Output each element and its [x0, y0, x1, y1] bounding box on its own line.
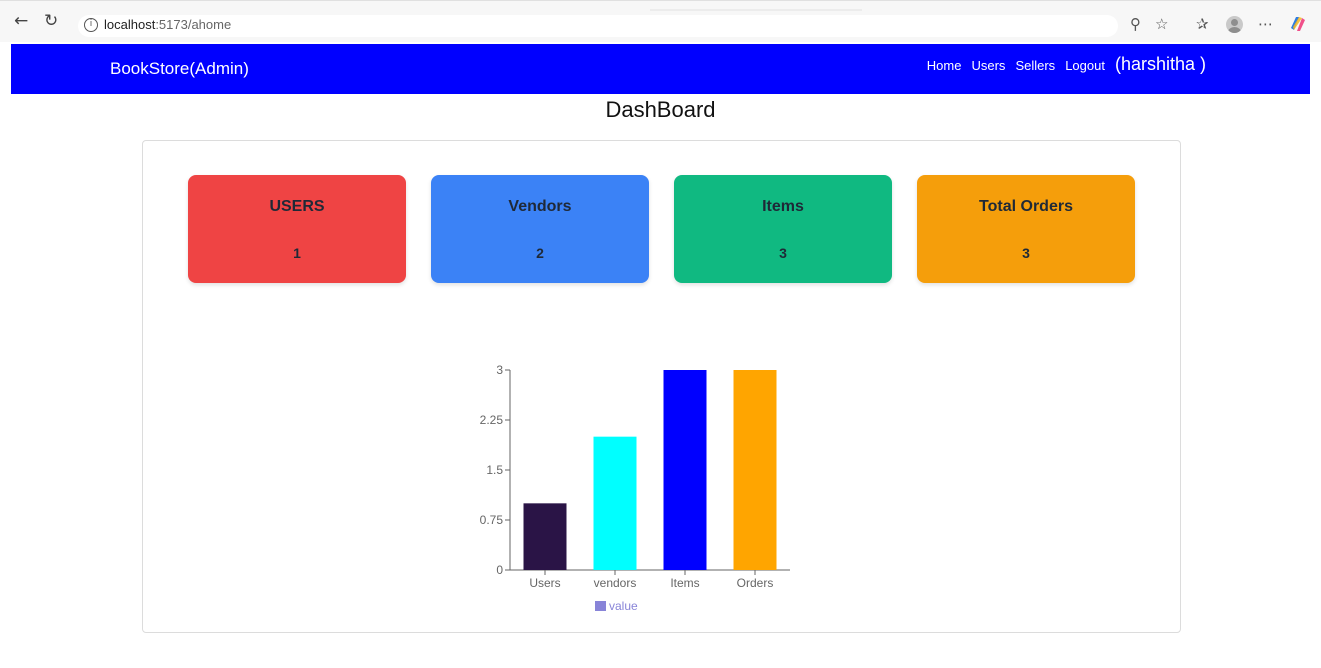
y-tick-label: 1.5: [486, 463, 503, 477]
profile-avatar-icon[interactable]: [1226, 16, 1243, 33]
y-tick-label: 0.75: [480, 513, 504, 527]
read-aloud-icon[interactable]: ⚲: [1130, 15, 1141, 33]
nav-home-link[interactable]: Home: [927, 58, 962, 73]
address-bar[interactable]: [78, 15, 1118, 37]
orders-stat-card: Total Orders 3: [917, 175, 1135, 283]
legend-label: value: [609, 599, 638, 613]
x-tick-label: Users: [529, 576, 560, 590]
brand-logo[interactable]: BookStore(Admin): [110, 59, 249, 79]
nav-logout-link[interactable]: Logout: [1065, 58, 1105, 73]
nav-users-link[interactable]: Users: [971, 58, 1005, 73]
current-user-name: (harshitha ): [1114, 54, 1206, 74]
copilot-icon[interactable]: [1288, 14, 1308, 34]
vendors-stat-card: Vendors 2: [431, 175, 649, 283]
site-info-icon[interactable]: i: [84, 18, 98, 32]
orders-stat-value: 3: [1022, 245, 1030, 261]
bar-items: [663, 370, 707, 570]
bar-vendors: [593, 436, 637, 570]
back-arrow-icon[interactable]: ←: [14, 12, 28, 30]
url-host: localhost: [104, 17, 156, 32]
nav-sellers-link[interactable]: Sellers: [1015, 58, 1055, 73]
favorites-list-icon[interactable]: ✰: [1196, 15, 1209, 33]
address-bar-url[interactable]: localhost:5173/ahome: [104, 17, 231, 32]
favorite-star-icon[interactable]: ☆: [1155, 15, 1168, 33]
users-stat-title: USERS: [269, 198, 325, 215]
app-navbar: BookStore(Admin) Home Users Sellers Logo…: [11, 44, 1310, 94]
vendors-stat-value: 2: [536, 245, 544, 261]
y-tick-label: 3: [496, 363, 503, 377]
nav-links: Home Users Sellers Logout (harshitha ): [927, 54, 1206, 75]
y-tick-label: 2.25: [480, 413, 504, 427]
url-path: :5173/ahome: [155, 17, 232, 32]
more-menu-icon[interactable]: ⋯: [1258, 15, 1273, 33]
users-stat-value: 1: [293, 245, 301, 261]
vendors-stat-title: Vendors: [508, 198, 572, 215]
reload-icon[interactable]: ↻: [44, 12, 58, 30]
x-tick-label: Items: [670, 576, 699, 590]
page-title: DashBoard: [605, 97, 716, 122]
items-stat-title: Items: [762, 198, 804, 215]
bar-chart: 0 0.75 1.5 2.25 3 Users vendors Items Orders valu…: [480, 363, 790, 613]
tab-strip: [650, 9, 862, 11]
bar-users: [523, 503, 567, 570]
orders-stat-title: Total Orders: [979, 198, 1073, 215]
bar-orders: [733, 370, 777, 570]
y-tick-label: 0: [496, 563, 503, 577]
x-tick-label: vendors: [594, 576, 637, 590]
items-stat-card: Items 3: [674, 175, 892, 283]
items-stat-value: 3: [779, 245, 787, 261]
legend-swatch: [595, 601, 606, 611]
users-stat-card: USERS 1: [188, 175, 406, 283]
x-tick-label: Orders: [737, 576, 774, 590]
